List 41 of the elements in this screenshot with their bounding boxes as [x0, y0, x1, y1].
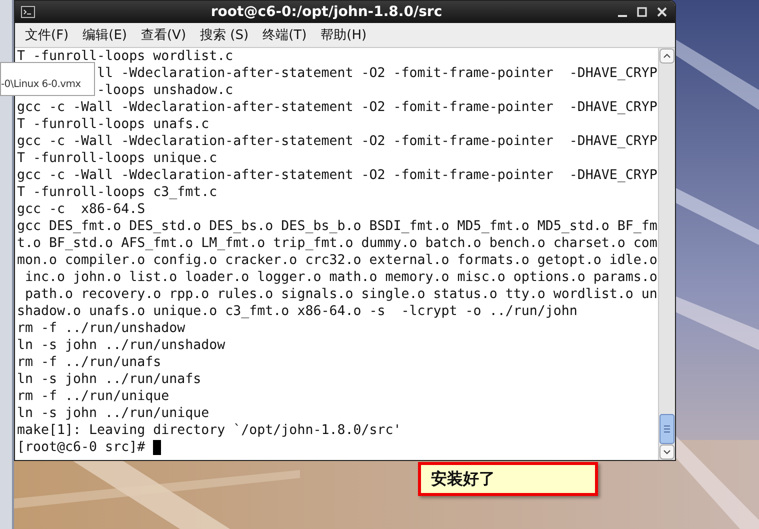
callout-note: 安装好了 [418, 462, 598, 496]
terminal-line: T -funroll-loops unafs.c [17, 117, 210, 132]
terminal-line: ln -s john ../run/unafs [17, 372, 202, 387]
terminal-line: shadow.o unafs.o unique.o c3_fmt.o x86-64.o -s -lcrypt -o ../run/john [17, 304, 578, 319]
terminal-line: gcc -c x86-64.S [17, 202, 146, 217]
terminal-line: ll -Wdeclaration-after-statement -O2 -fomit-frame-pointer -DHAVE_CRYP [97, 66, 658, 81]
terminal-line: make[1]: Leaving directory `/opt/john-1.8.0/src' [17, 423, 402, 438]
close-icon[interactable] [657, 7, 667, 17]
menu-item[interactable]: 终端(T) [262, 26, 307, 44]
scroll-thumb[interactable] [659, 414, 675, 444]
terminal-line: mon.o compiler.o config.o cracker.o crc32.o external.o formats.o getopt.o idle.o [17, 253, 658, 268]
menu-item[interactable]: 查看(V) [140, 26, 186, 44]
terminal-line: rm -f ../run/unique [17, 389, 170, 404]
terminal-line: -loops unshadow.c [97, 83, 234, 98]
menu-item[interactable]: 搜索 (S) [200, 26, 249, 44]
terminal-icon [21, 6, 35, 18]
window-title: root@c6-0:/opt/john-1.8.0/src [210, 4, 444, 20]
menu-item[interactable]: 文件(F) [25, 26, 69, 44]
terminal-line: ln -s john ../run/unique [17, 406, 210, 421]
text-cursor [153, 440, 162, 455]
scroll-down-icon[interactable] [659, 444, 675, 460]
terminal-line: gcc -c -Wall -Wdeclaration-after-statement -O2 -fomit-frame-pointer -DHAVE_CRYP [17, 134, 658, 149]
tooltip: -0\Linux 6-0.vmx [0, 62, 95, 96]
terminal-line: gcc DES_fmt.o DES_std.o DES_bs.o DES_bs_b.o BSDI_fmt.o MD5_fmt.o MD5_std.o BF_fm [17, 219, 658, 234]
terminal-line: T -funroll-loops unique.c [17, 151, 218, 166]
terminal-line: T -funroll-loops c3_fmt.c [17, 185, 218, 200]
terminal-line: ln -s john ../run/unshadow [17, 338, 226, 353]
shell-prompt: [root@c6-0 src]# [17, 439, 146, 456]
maximize-icon[interactable] [637, 7, 647, 17]
terminal-line: t.o BF_std.o AFS_fmt.o LM_fmt.o trip_fmt.o dummy.o batch.o bench.o charset.o com [17, 236, 658, 251]
terminal-line: path.o recovery.o rpp.o rules.o signals.o single.o status.o tty.o wordlist.o un [24, 287, 658, 302]
scroll-up-icon[interactable] [659, 48, 675, 64]
menu-item[interactable]: 编辑(E) [82, 26, 127, 44]
terminal-line: inc.o john.o list.o loader.o logger.o math.o memory.o misc.o options.o params.o [24, 270, 658, 285]
terminal-line: rm -f ../run/unshadow [17, 321, 186, 336]
terminal-line: gcc -c -Wall -Wdeclaration-after-statement -O2 -fomit-frame-pointer -DHAVE_CRYP [17, 100, 658, 115]
terminal-line: gcc -c -Wall -Wdeclaration-after-statement -O2 -fomit-frame-pointer -DHAVE_CRYP [17, 168, 658, 183]
terminal-line: T -funroll-loops wordlist.c [17, 49, 234, 64]
menu-item[interactable]: 帮助(H) [320, 26, 367, 44]
scrollbar[interactable] [658, 48, 675, 460]
terminal-line: rm -f ../run/unafs [17, 355, 162, 370]
